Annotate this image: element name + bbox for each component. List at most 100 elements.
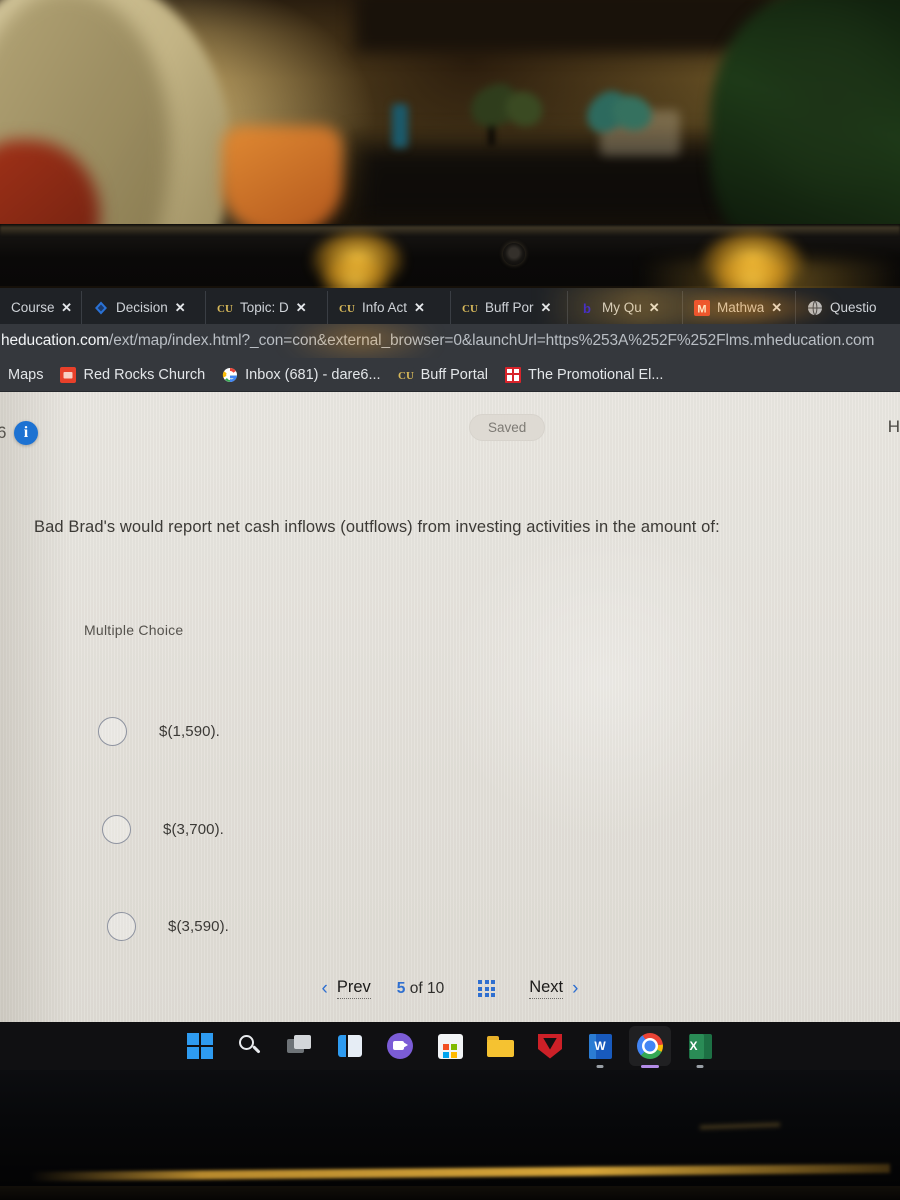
tab-close-icon[interactable]: ✕ [541,301,552,314]
cu-buffs-icon: CU [339,299,355,316]
cu-buffs-icon: CU [397,366,414,383]
prev-label: Prev [336,978,371,999]
svg-text:M: M [697,303,706,315]
bookmark-maps[interactable]: Maps [8,367,43,383]
teams-button[interactable] [385,1031,415,1061]
widgets-button[interactable] [335,1031,365,1061]
browser-tab-question-active[interactable]: Questio [796,291,886,324]
browser-tab-mathway[interactable]: M Mathwa ✕ [683,291,796,324]
bookmark-label: Buff Portal [420,366,489,383]
svg-text:CU: CU [398,370,414,382]
excel-glyph: X [689,1038,698,1053]
tab-label: Topic: D [240,300,289,315]
chevron-left-icon: ‹ [321,978,328,999]
tab-label: Questio [830,300,877,315]
google-g-icon [222,367,238,383]
windows-logo-icon [186,1032,214,1060]
tab-label: Decision [116,300,168,315]
teams-icon [387,1033,413,1059]
tab-close-icon[interactable]: ✕ [649,301,660,314]
page-indicator: 5 of 10 [397,980,444,998]
url-path: /ext/map/index.html?_con=con&external_br… [109,332,875,349]
tab-close-icon[interactable]: ✕ [771,301,782,314]
bookmarks-bar: Maps Red Rocks Church Inbox (681) - dare… [0,358,900,392]
cu-buffs-icon: CU [462,299,478,316]
excel-icon: X [688,1033,712,1059]
red-grid-icon [505,366,522,383]
globe-icon [807,300,823,316]
next-label: Next [529,978,564,999]
bookmark-label: Maps [8,366,44,383]
laptop-base [0,1070,900,1200]
browser-tab-decision[interactable]: Decision ✕ [82,291,206,324]
tab-close-icon[interactable]: ✕ [414,301,425,314]
bookmark-red-rocks-church[interactable]: Red Rocks Church [60,366,205,383]
search-icon [238,1034,262,1058]
radio-button[interactable] [107,912,136,941]
task-view-icon [287,1035,313,1057]
total-page-number: 10 [426,979,445,997]
next-button[interactable]: Next › [529,978,578,999]
answer-choice-3[interactable]: $(3,590). [107,912,229,941]
tab-label: Mathwa [717,300,765,315]
help-link[interactable]: H [888,417,900,437]
word-button[interactable]: W [585,1031,615,1068]
browser-tab-course[interactable]: Course ✕ [0,291,82,324]
bookmark-inbox[interactable]: Inbox (681) - dare6... [222,366,381,383]
foreground-shadow [0,1186,900,1200]
prev-button[interactable]: ‹ Prev [322,978,371,999]
search-button[interactable] [235,1031,265,1061]
answer-choice-label: $(3,700). [163,821,224,838]
tab-label: My Qu [602,300,642,315]
microsoft-store-button[interactable] [435,1031,465,1061]
decision-diamond-icon [93,299,109,316]
screen-glare [280,324,440,358]
svg-text:CU: CU [217,303,233,315]
tab-close-icon[interactable]: ✕ [296,301,307,314]
answer-choice-label: $(3,590). [168,918,229,935]
saved-status-badge: Saved [469,414,546,441]
browser-tab-info-act[interactable]: CU Info Act ✕ [328,291,451,324]
radio-button[interactable] [102,815,131,844]
chevron-right-icon: › [572,978,579,999]
excel-button[interactable]: X [685,1031,715,1068]
question-number: 6 [0,423,7,442]
bookmark-label: Inbox (681) - dare6... [245,366,381,383]
answer-choice-1[interactable]: $(1,590). [98,717,220,746]
grid-menu-icon[interactable] [478,980,496,997]
bookmark-label: The Promotional El... [528,366,664,383]
mcafee-shield-icon [538,1033,562,1059]
answer-choice-2[interactable]: $(3,700). [102,815,224,844]
mathway-m-icon: M [694,299,710,316]
start-button[interactable] [185,1031,215,1061]
chrome-button[interactable] [629,1026,671,1068]
svg-text:CU: CU [462,303,478,315]
quiz-navigation-bar: ‹ Prev 5 of 10 Next › [0,978,900,999]
url-domain: heducation.com [1,332,110,349]
browser-tab-my-questions[interactable]: b My Qu ✕ [568,291,683,324]
folder-icon [486,1035,514,1057]
browser-tab-buff-portal[interactable]: CU Buff Por ✕ [451,291,568,324]
bookmark-buff-portal[interactable]: CU Buff Portal [397,366,489,383]
file-explorer-button[interactable] [485,1031,515,1061]
widgets-icon [338,1035,362,1057]
question-text: Bad Brad's would report net cash inflows… [34,518,720,536]
browser-tab-strip: Course ✕ Decision ✕ CU Topic: D ✕ CU Inf… [0,288,900,328]
browser-tab-topic[interactable]: CU Topic: D ✕ [206,291,328,324]
info-icon[interactable]: i [14,421,38,445]
tab-label: Info Act [362,300,408,315]
answer-choice-label: $(1,590). [159,723,220,740]
tab-close-icon[interactable]: ✕ [61,301,72,314]
word-glyph: W [594,1038,606,1053]
address-bar[interactable]: heducation.com/ext/map/index.html?_con=c… [0,324,900,358]
task-view-button[interactable] [285,1031,315,1061]
windows-taskbar: W X [0,1022,900,1070]
bookmark-the-promotional-el[interactable]: The Promotional El... [505,366,664,383]
radio-button[interactable] [98,717,127,746]
tab-close-icon[interactable]: ✕ [175,301,186,314]
tab-label: Course [11,300,55,315]
of-label: of [409,979,423,997]
mcafee-button[interactable] [535,1031,565,1061]
cu-buffs-icon: CU [217,299,233,316]
kitchen-background [0,0,900,232]
